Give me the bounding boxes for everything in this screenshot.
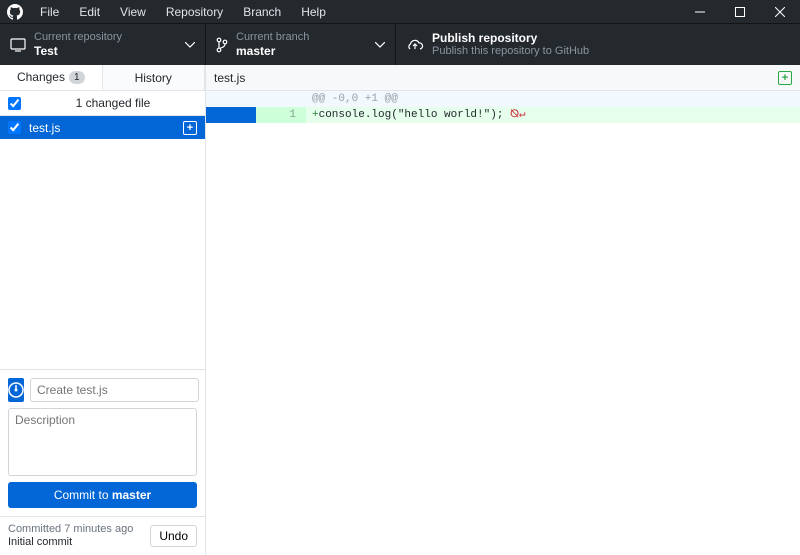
title-bar: File Edit View Repository Branch Help [0, 0, 800, 23]
undo-button[interactable]: Undo [150, 525, 197, 547]
last-commit-message: Initial commit [8, 536, 144, 549]
github-logo-icon [0, 4, 30, 20]
added-status-icon: + [778, 71, 792, 85]
plus-marker: + [312, 109, 319, 121]
toolbar: Current repository Test Current branch m… [0, 23, 800, 65]
avatar-icon [8, 378, 24, 402]
commit-description-input[interactable] [8, 408, 197, 476]
hunk-text: @@ -0,0 +1 @@ [306, 91, 800, 107]
publish-desc: Publish this repository to GitHub [432, 45, 790, 58]
repo-selector[interactable]: Current repository Test [0, 24, 206, 65]
select-all-checkbox[interactable] [8, 97, 21, 110]
sidebar-tabs: Changes 1 History [0, 65, 205, 91]
close-icon[interactable] [760, 0, 800, 23]
repo-name: Test [34, 44, 177, 58]
tab-changes-label: Changes [17, 70, 65, 84]
changes-count-badge: 1 [69, 71, 85, 84]
changed-files-count: 1 changed file [29, 96, 197, 110]
diff-hunk-header: @@ -0,0 +1 @@ [206, 91, 800, 107]
menu-view[interactable]: View [110, 1, 156, 23]
menu-repository[interactable]: Repository [156, 1, 233, 23]
diff-line-added[interactable]: 1 +console.log("hello world!"); ⦰↵ [206, 107, 800, 123]
line-number: 1 [256, 107, 306, 123]
chevron-down-icon [185, 42, 195, 48]
tab-changes[interactable]: Changes 1 [0, 65, 103, 90]
added-status-icon: + [183, 121, 197, 135]
chevron-down-icon [375, 42, 385, 48]
cloud-upload-icon [406, 38, 424, 52]
branch-label: Current branch [236, 31, 367, 44]
publish-button[interactable]: Publish repository Publish this reposito… [396, 24, 800, 65]
last-commit-time: Committed 7 minutes ago [8, 523, 144, 536]
diff-panel: test.js + @@ -0,0 +1 @@ 1 +console.log("… [206, 65, 800, 555]
monitor-icon [10, 38, 26, 52]
commit-btn-branch: master [112, 488, 151, 502]
commit-btn-prefix: Commit to [54, 488, 112, 502]
tab-history[interactable]: History [103, 65, 206, 90]
no-newline-icon: ⦰↵ [510, 109, 525, 121]
changed-files-header: 1 changed file [0, 91, 205, 116]
file-list-area [0, 139, 205, 370]
branch-selector[interactable]: Current branch master [206, 24, 396, 65]
menu-edit[interactable]: Edit [69, 1, 110, 23]
menu-branch[interactable]: Branch [233, 1, 291, 23]
commit-form: Commit to master [0, 370, 205, 516]
window-controls [680, 0, 800, 23]
menu-file[interactable]: File [30, 1, 69, 23]
diff-header: test.js + [206, 65, 800, 91]
diff-body: @@ -0,0 +1 @@ 1 +console.log("hello worl… [206, 91, 800, 555]
branch-icon [216, 37, 228, 53]
code-text: console.log("hello world!"); [319, 109, 510, 121]
minimize-icon[interactable] [680, 0, 720, 23]
file-name: test.js [29, 121, 175, 135]
commit-summary-input[interactable] [30, 378, 199, 402]
repo-label: Current repository [34, 31, 177, 44]
file-checkbox[interactable] [8, 121, 21, 134]
sidebar: Changes 1 History 1 changed file test.js… [0, 65, 206, 555]
maximize-icon[interactable] [720, 0, 760, 23]
publish-title: Publish repository [432, 31, 790, 45]
file-list-item[interactable]: test.js + [0, 116, 205, 139]
menu-help[interactable]: Help [291, 1, 336, 23]
last-commit-row: Committed 7 minutes ago Initial commit U… [0, 516, 205, 555]
menu-bar: File Edit View Repository Branch Help [30, 1, 336, 23]
commit-button[interactable]: Commit to master [8, 482, 197, 508]
branch-name: master [236, 44, 367, 58]
diff-filename: test.js [214, 71, 778, 85]
